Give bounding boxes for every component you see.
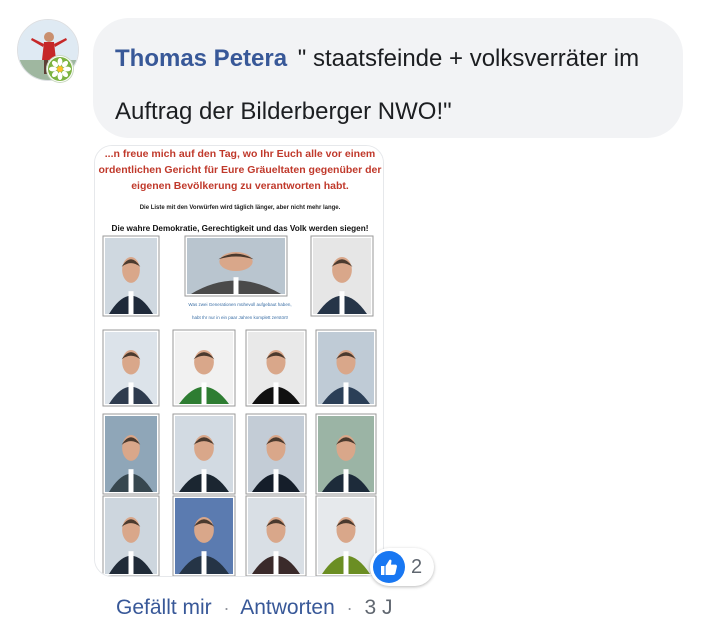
portrait-photo [245,413,307,495]
portrait-shirt [128,469,134,492]
portrait-photo [172,329,236,407]
portrait-shirt [201,382,207,404]
image-header-line-2: ordentlichen Gericht für Eure Gräueltate… [99,164,382,176]
portrait-shirt [343,382,349,404]
portrait-shirt [128,551,134,574]
portrait-photo [315,495,377,576]
portrait-photo [315,329,377,407]
image-content: ...n freue mich auf den Tag, wo Ihr Euch… [95,146,383,576]
portrait-shirt [343,551,349,574]
reaction-count: 2 [411,556,423,578]
portrait-shirt [233,277,239,294]
comment-actions: Gefällt mir · Antworten · 3 J [116,596,392,620]
portrait-shirt [339,291,345,314]
like-link[interactable]: Gefällt mir [116,596,212,619]
portrait-photo [102,495,160,576]
image-slogan: Die wahre Demokratie, Gerechtigkeit und … [112,224,369,233]
image-subline: Die Liste mit den Vorwürfen wird täglich… [140,205,341,211]
portrait-photo [184,235,288,297]
portrait-shirt [128,291,134,314]
portrait-photo [102,235,160,317]
portrait-photo [102,413,160,495]
separator: · [346,598,353,618]
portrait-photo [172,495,236,576]
attached-image[interactable]: ...n freue mich auf den Tag, wo Ihr Euch… [94,145,384,577]
portrait-shirt [343,469,349,492]
thumbs-up-icon [373,551,405,583]
timestamp[interactable]: 3 J [364,596,392,619]
portrait-photo [310,235,374,317]
separator: · [223,598,230,618]
portrait-shirt [201,469,207,492]
portrait-photo [245,329,307,407]
flower-badge-icon [47,56,73,82]
image-caption-line-1: Was zwei Generationen mühevoll aufgebaut… [188,302,291,307]
portrait-shirt [201,551,207,574]
image-caption-line-2: habt Ihr nur in ein paar Jahren komplett… [192,315,288,320]
portrait-photo [315,413,377,495]
reply-link[interactable]: Antworten [240,596,335,619]
portrait-shirt [128,382,134,404]
portrait-photo [245,495,307,576]
portrait-photo [172,413,236,495]
portrait-shirt [273,469,279,492]
portrait-shirt [273,382,279,404]
portrait-photo [102,329,160,407]
image-header-line-1: ...n freue mich auf den Tag, wo Ihr Euch… [105,148,376,160]
image-header-line-3: eigenen Bevölkerung zu verantworten habt… [131,180,349,192]
reaction-summary[interactable]: 2 [370,548,434,586]
comment-bubble: Thomas Petera " staatsfeinde + volksverr… [93,18,683,138]
portrait-shirt [273,551,279,574]
author-name[interactable]: Thomas Petera [115,45,287,72]
